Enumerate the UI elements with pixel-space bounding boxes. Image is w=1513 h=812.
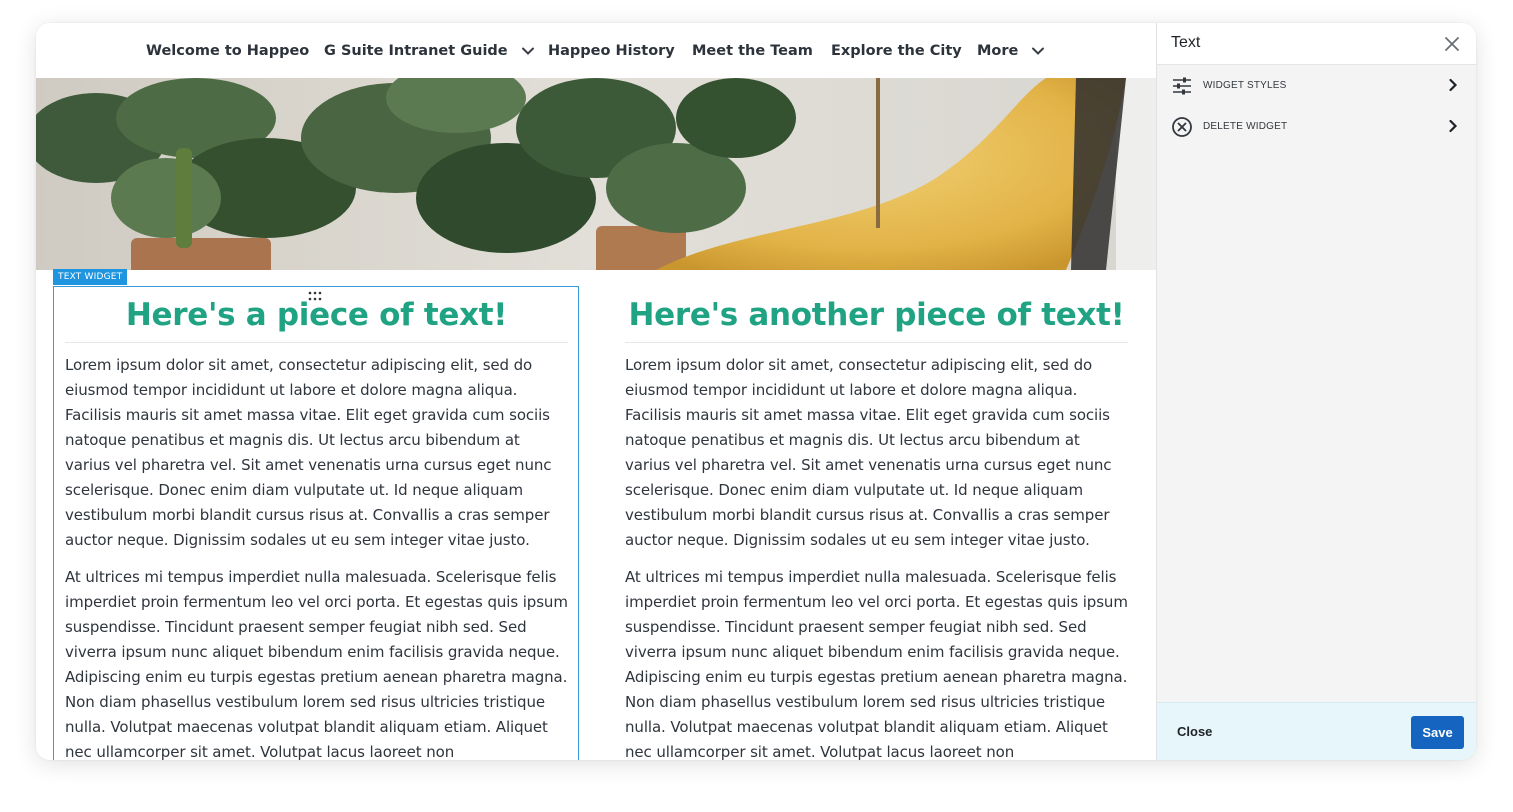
text-widget-left[interactable]: Here's a piece of text! Lorem ipsum dolo… bbox=[65, 293, 568, 760]
panel-footer: Close Save bbox=[1157, 702, 1476, 760]
nav-item-label: More bbox=[977, 42, 1019, 59]
sliders-icon bbox=[1173, 77, 1191, 94]
nav-item-label: Happeo History bbox=[548, 42, 675, 59]
nav-item-more[interactable]: More bbox=[977, 23, 1046, 78]
chevron-right-icon bbox=[1449, 78, 1458, 92]
text-widget-paragraph: Lorem ipsum dolor sit amet, consectetur … bbox=[625, 356, 1112, 549]
save-button[interactable]: Save bbox=[1411, 716, 1464, 749]
plants-photo bbox=[36, 78, 1156, 270]
panel-header: Text bbox=[1157, 23, 1476, 65]
delete-widget-row[interactable]: DELETE WIDGET bbox=[1157, 106, 1476, 147]
close-icon[interactable] bbox=[1442, 34, 1462, 54]
widget-settings-panel: Text WIDGET STYLES DELETE WIDGET Close S… bbox=[1156, 23, 1476, 760]
text-widget-heading: Here's another piece of text! bbox=[625, 293, 1128, 343]
text-widget-paragraph: At ultrices mi tempus imperdiet nulla ma… bbox=[625, 568, 1128, 760]
nav-item-label: G Suite Intranet Guide bbox=[324, 42, 508, 59]
circle-x-icon bbox=[1172, 116, 1192, 137]
page-canvas: Welcome to Happeo G Suite Intranet Guide… bbox=[36, 23, 1156, 760]
nav-item-welcome[interactable]: Welcome to Happeo bbox=[146, 23, 309, 78]
nav-item-label: Explore the City bbox=[831, 42, 962, 59]
row-label: DELETE WIDGET bbox=[1203, 121, 1288, 132]
top-navigation: Welcome to Happeo G Suite Intranet Guide… bbox=[36, 23, 1156, 78]
text-widget-paragraph: At ultrices mi tempus imperdiet nulla ma… bbox=[65, 568, 568, 760]
text-widget-heading: Here's a piece of text! bbox=[65, 293, 568, 343]
text-widget-paragraph: Lorem ipsum dolor sit amet, consectetur … bbox=[65, 356, 552, 549]
chevron-down-icon bbox=[1032, 47, 1045, 55]
close-button[interactable]: Close bbox=[1177, 724, 1212, 739]
nav-item-label: Meet the Team bbox=[692, 42, 813, 59]
chevron-down-icon bbox=[521, 47, 534, 55]
nav-item-happeo-history[interactable]: Happeo History bbox=[548, 23, 675, 78]
text-widget-right[interactable]: Here's another piece of text! Lorem ipsu… bbox=[625, 293, 1128, 760]
text-widget-tag: TEXT WIDGET bbox=[53, 269, 128, 285]
nav-item-label: Welcome to Happeo bbox=[146, 42, 310, 59]
row-label: WIDGET STYLES bbox=[1203, 80, 1287, 91]
chevron-right-icon bbox=[1449, 119, 1458, 133]
panel-title: Text bbox=[1171, 34, 1201, 51]
nav-item-meet-the-team[interactable]: Meet the Team bbox=[692, 23, 813, 78]
hero-image bbox=[36, 78, 1156, 270]
nav-item-g-suite-guide[interactable]: G Suite Intranet Guide bbox=[324, 23, 536, 78]
app-window: Welcome to Happeo G Suite Intranet Guide… bbox=[36, 23, 1476, 760]
widget-styles-row[interactable]: WIDGET STYLES bbox=[1157, 65, 1476, 106]
nav-item-explore-the-city[interactable]: Explore the City bbox=[831, 23, 962, 78]
